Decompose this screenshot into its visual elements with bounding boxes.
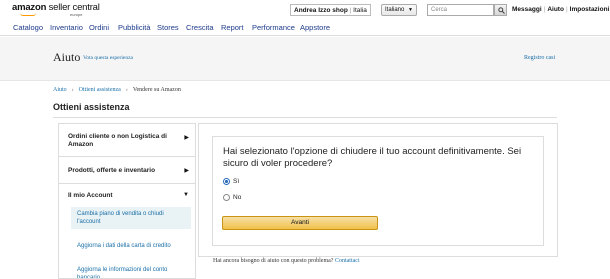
main-nav: Catalogo Inventario Ordini Pubblicità St… — [0, 19, 610, 36]
settings-link[interactable]: Impostazioni — [570, 6, 610, 13]
link-separator: | — [565, 6, 568, 13]
nav-item-inventario[interactable]: Inventario — [50, 23, 83, 32]
logo-brand: amazon — [12, 2, 47, 13]
nav-item-stores[interactable]: Stores — [157, 23, 179, 32]
shop-selector[interactable]: Andrea Izzo shop | Italia — [290, 4, 371, 16]
sidebar-item-label: Ordini cliente o non Logistica di Amazon — [68, 133, 167, 148]
nav-item-crescita[interactable]: Crescita — [186, 23, 214, 32]
rate-experience-link[interactable]: Vota questa esperienza — [83, 55, 133, 61]
breadcrumb: Aiuto › Ottieni assistenza › Vendere su Amaz… — [53, 87, 181, 93]
radio-no[interactable] — [223, 194, 230, 201]
help-title: Aiuto — [53, 50, 81, 64]
help-sidebar: Ordini cliente o non Logistica di Amazon… — [58, 123, 196, 279]
case-log-link[interactable]: Registro casi — [524, 55, 555, 61]
nav-item-ordini[interactable]: Ordini — [89, 23, 109, 32]
option-yes[interactable]: Sì — [223, 178, 239, 185]
page-title: Ottieni assistenza — [53, 102, 130, 112]
chevron-down-icon: ▼ — [183, 192, 189, 198]
sidebar-item-products[interactable]: Prodotti, offerte e inventario ▶ — [59, 157, 195, 184]
breadcrumb-ottieni-assistenza[interactable]: Ottieni assistenza — [79, 87, 121, 93]
radio-yes[interactable] — [223, 178, 230, 185]
breadcrumb-aiuto[interactable]: Aiuto — [53, 87, 67, 93]
logo-region: europe — [70, 12, 83, 17]
shop-separator: | — [349, 7, 352, 14]
language-value: Italiano — [385, 7, 405, 13]
shop-name: Andrea Izzo shop — [294, 7, 348, 14]
confirmation-question: Hai selezionato l'opzione di chiudere il… — [223, 146, 522, 169]
next-button[interactable]: Avanti — [222, 216, 378, 230]
search-input[interactable]: Cerca — [427, 4, 494, 16]
nav-item-catalogo[interactable]: Catalogo — [13, 23, 43, 32]
chevron-right-icon: ▶ — [184, 135, 189, 141]
search-placeholder: Cerca — [431, 7, 448, 13]
sidebar-item-orders[interactable]: Ordini cliente o non Logistica di Amazon… — [59, 124, 195, 157]
breadcrumb-chevron-icon: › — [71, 87, 74, 93]
chevron-down-icon: ▼ — [408, 7, 413, 13]
nav-item-performance[interactable]: Performance — [252, 23, 295, 32]
search-button[interactable] — [494, 4, 507, 16]
help-link[interactable]: Aiuto — [547, 6, 564, 13]
contact-us-link[interactable]: Contattaci — [335, 258, 360, 264]
messages-link[interactable]: Messaggi — [512, 6, 542, 13]
search-icon — [498, 7, 505, 14]
help-prompt: Hai ancora bisogno di aiuto con questo p… — [213, 258, 360, 264]
nav-item-report[interactable]: Report — [221, 23, 244, 32]
option-no[interactable]: No — [223, 194, 241, 201]
sidebar-subitem-bank-account[interactable]: Aggiorna le informazioni del conto banca… — [71, 263, 191, 278]
divider — [53, 117, 557, 118]
amazon-seller-central-logo[interactable]: amazon seller central europe — [12, 2, 100, 17]
shop-country: Italia — [353, 7, 367, 14]
nav-item-appstore[interactable]: Appstore — [300, 23, 330, 32]
breadcrumb-chevron-icon: › — [125, 87, 128, 93]
link-separator: | — [543, 6, 546, 13]
sidebar-subitem-change-plan[interactable]: Cambia piano di vendita o chiudi l'accou… — [71, 207, 191, 229]
breadcrumb-current: Vendere su Amazon — [132, 87, 181, 93]
logo-smile-icon — [20, 13, 36, 16]
top-bar: amazon seller central europe Andrea Izzo… — [0, 0, 610, 19]
top-links: Messaggi | Aiuto | Impostazioni — [512, 6, 609, 13]
help-prompt-text: Hai ancora bisogno di aiuto con questo p… — [213, 258, 334, 264]
sidebar-item-label: Il mio Account — [68, 192, 113, 199]
sidebar-item-account[interactable]: Il mio Account ▼ — [59, 184, 195, 209]
option-yes-label: Sì — [233, 178, 240, 186]
chevron-right-icon: ▶ — [184, 168, 189, 174]
sidebar-subitem-credit-card[interactable]: Aggiorna i dati della carta di credito — [71, 239, 191, 253]
language-select[interactable]: Italiano ▼ — [381, 4, 417, 16]
sidebar-item-label: Prodotti, offerte e inventario — [68, 167, 156, 174]
option-no-label: No — [233, 194, 242, 202]
nav-item-pubblicita[interactable]: Pubblicità — [118, 23, 151, 32]
